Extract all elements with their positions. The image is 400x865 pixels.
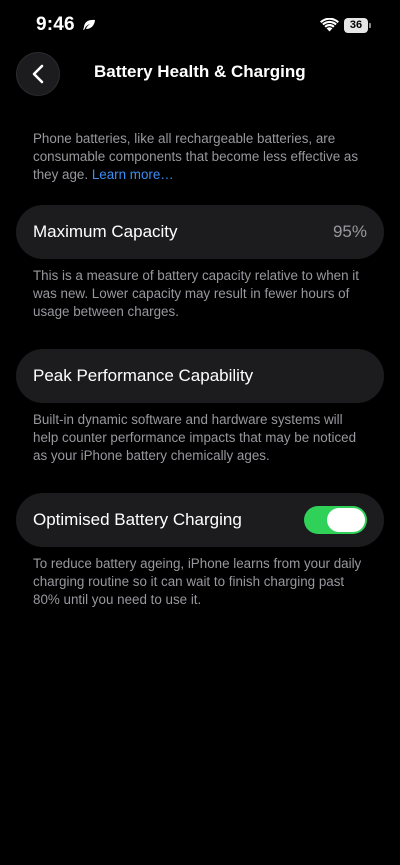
maximum-capacity-label: Maximum Capacity [33,222,178,241]
settings-content: Phone batteries, like all rechargeable b… [16,130,384,609]
toggle-knob [327,508,365,532]
nav-bar: Battery Health & Charging [0,48,400,98]
maximum-capacity-value: 95% [332,222,367,241]
optimised-charging-toggle[interactable] [304,506,367,534]
leaf-icon [83,19,95,30]
wifi-icon [320,18,339,32]
optimised-charging-footnote: To reduce battery ageing, iPhone learns … [33,556,362,607]
battery-icon: 36 [344,18,371,33]
maximum-capacity-footnote: This is a measure of battery capacity re… [33,268,359,319]
peak-performance-row: Peak Performance Capability [16,349,384,403]
maximum-capacity-row: Maximum Capacity 95% [16,205,384,259]
peak-performance-footnote: Built-in dynamic software and hardware s… [33,412,357,463]
intro-body: Phone batteries, like all rechargeable b… [33,131,359,182]
status-time: 9:46 [36,14,75,35]
intro-text: Phone batteries, like all rechargeable b… [33,130,367,184]
peak-performance-label: Peak Performance Capability [33,366,254,385]
battery-level: 36 [344,18,368,33]
status-bar: 9:46 36 [0,0,400,48]
back-button[interactable] [16,52,60,96]
battery-cap [369,23,371,28]
optimised-charging-row: Optimised Battery Charging [16,493,384,547]
page-title: Battery Health & Charging [94,62,306,81]
optimised-charging-label: Optimised Battery Charging [33,510,242,529]
learn-more-link[interactable]: Learn more… [92,167,174,182]
chevron-left-icon [32,64,44,84]
